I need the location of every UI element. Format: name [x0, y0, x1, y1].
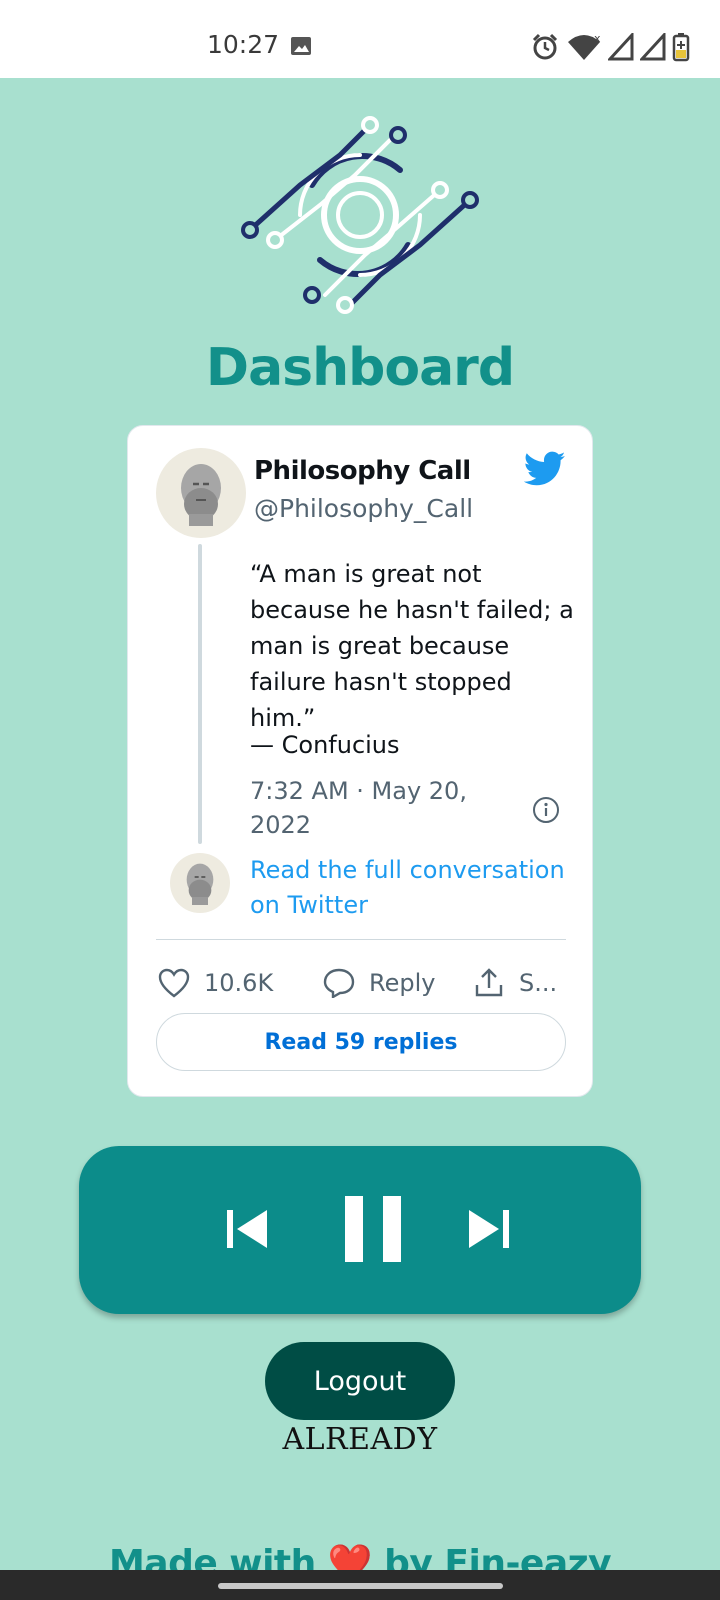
- already-text: ALREADY: [282, 1422, 438, 1457]
- reply-icon: [323, 968, 355, 998]
- wifi-icon: x: [568, 32, 601, 60]
- page-title: Dashboard: [205, 338, 515, 398]
- skip-previous-icon[interactable]: [225, 1208, 269, 1250]
- reply-action[interactable]: Reply: [323, 961, 435, 1005]
- system-nav-bar: [0, 1570, 720, 1600]
- battery-icon: [672, 33, 690, 62]
- status-icons: x: [530, 30, 690, 64]
- app-logo: [241, 116, 479, 314]
- bust-icon: [181, 464, 221, 526]
- read-conversation-link[interactable]: Read the full conversation on Twitter: [250, 853, 570, 923]
- author-avatar[interactable]: [156, 448, 246, 538]
- info-icon[interactable]: [532, 796, 560, 824]
- like-action[interactable]: 10.6K: [158, 961, 273, 1005]
- logout-button[interactable]: Logout: [265, 1342, 455, 1420]
- media-player: [79, 1146, 641, 1314]
- like-count: 10.6K: [204, 969, 274, 997]
- read-replies-button[interactable]: Read 59 replies: [156, 1013, 566, 1071]
- tweet-card: Philosophy Call @Philosophy_Call “A man …: [127, 425, 593, 1097]
- tweet-actions: 10.6K Reply S...: [158, 961, 568, 1005]
- divider: [156, 939, 566, 940]
- share-label: S...: [519, 969, 558, 997]
- image-icon: [291, 37, 311, 55]
- signal-icon: [608, 33, 634, 61]
- signal-icon: [640, 33, 666, 61]
- bust-icon: [186, 863, 214, 905]
- skip-next-icon[interactable]: [467, 1208, 511, 1250]
- share-action[interactable]: S...: [473, 961, 557, 1005]
- author-handle[interactable]: @Philosophy_Call: [254, 494, 473, 523]
- gesture-handle[interactable]: [218, 1583, 503, 1589]
- heart-icon: [158, 968, 190, 998]
- author-avatar-small[interactable]: [170, 853, 230, 913]
- author-name[interactable]: Philosophy Call: [254, 456, 471, 486]
- alarm-icon: [532, 33, 558, 60]
- tweet-text: “A man is great not because he hasn't fa…: [250, 560, 574, 732]
- tweet-timestamp[interactable]: 7:32 AM · May 20, 2022: [250, 774, 490, 842]
- twitter-icon[interactable]: [524, 451, 566, 487]
- pause-icon[interactable]: [345, 1196, 401, 1262]
- reply-label: Reply: [369, 969, 436, 997]
- share-icon: [475, 968, 503, 997]
- status-bar: 10:27 x: [0, 0, 720, 78]
- status-time: 10:27: [207, 30, 280, 59]
- tweet-attribution: — Confucius: [250, 731, 400, 759]
- thread-line: [198, 544, 202, 844]
- svg-text:x: x: [594, 32, 601, 45]
